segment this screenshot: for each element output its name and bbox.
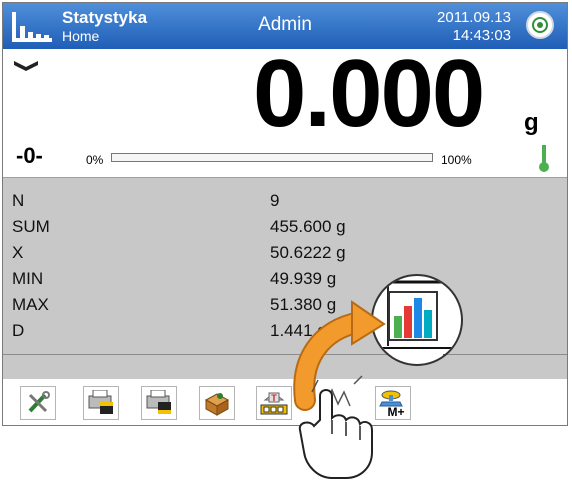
tutorial-overlay [293,300,386,479]
curved-arrow-icon [293,300,386,411]
